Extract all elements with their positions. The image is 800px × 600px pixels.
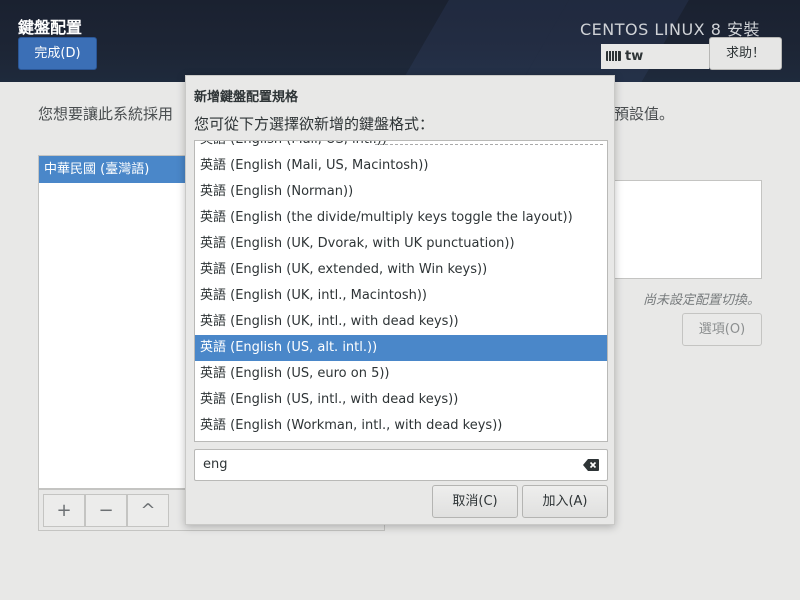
keyboard-icon	[606, 50, 621, 61]
remove-layout-button[interactable]: −	[85, 494, 127, 527]
layout-choice-item[interactable]: 英語 (English (UK, Dvorak, with UK punctua…	[195, 231, 607, 257]
dialog-title: 新增鍵盤配置規格	[194, 90, 299, 105]
move-up-button[interactable]: ^	[127, 494, 169, 527]
layout-choice-item[interactable]: 英語 (English (the divide/multiply keys to…	[195, 205, 607, 231]
layout-choice-item[interactable]: 英語 (English (UK, intl., Macintosh))	[195, 283, 607, 309]
page-title: 鍵盤配置	[18, 18, 83, 37]
add-layout-button[interactable]: +	[43, 494, 85, 527]
layout-choice-item[interactable]: 英語 (English (US, intl., with dead keys))	[195, 387, 607, 413]
intro-text: 您想要讓此系統採用	[38, 105, 174, 123]
search-input[interactable]: eng	[194, 449, 608, 481]
layout-choice-list[interactable]: 英語 (English (Mali, US, intl.))英語 (Englis…	[194, 140, 608, 442]
layout-choice-item[interactable]: 英語 (English (Mali, US, Macintosh))	[195, 153, 607, 179]
list-separator	[375, 144, 603, 145]
keyboard-layout-code: tw	[625, 49, 644, 64]
add-layout-dialog: 新增鍵盤配置規格 您可從下方選擇欲新增的鍵盤格式： 英語 (English (M…	[185, 75, 615, 525]
switch-note: 尚未設定配置切換。	[642, 293, 760, 308]
layout-choice-item[interactable]: 英語 (English (UK, intl., with dead keys))	[195, 309, 607, 335]
intro-text-end: 預設值。	[614, 105, 675, 123]
layout-choice-items: 英語 (English (Mali, US, intl.))英語 (Englis…	[195, 141, 607, 439]
layout-test-area[interactable]	[600, 180, 762, 279]
header-bar: 鍵盤配置 完成(D) CENTOS LINUX 8 安裝 tw 求助！	[0, 0, 800, 82]
help-button[interactable]: 求助！	[709, 37, 782, 70]
clear-search-icon[interactable]	[583, 459, 599, 471]
layout-choice-item[interactable]: 英語 (English (US, alt. intl.))	[195, 335, 607, 361]
add-button[interactable]: 加入(A)	[522, 485, 608, 518]
layout-choice-item[interactable]: 英語 (English (Norman))	[195, 179, 607, 205]
dialog-prompt: 您可從下方選擇欲新增的鍵盤格式：	[194, 115, 435, 133]
done-button[interactable]: 完成(D)	[18, 37, 97, 70]
layout-choice-item[interactable]: 英語 (English (Mali, US, intl.))	[195, 141, 607, 153]
layout-choice-item[interactable]: 英語 (English (US, euro on 5))	[195, 361, 607, 387]
layout-choice-item[interactable]: 英語 (English (UK, extended, with Win keys…	[195, 257, 607, 283]
options-button[interactable]: 選項(O)	[682, 313, 762, 346]
keyboard-layout-indicator[interactable]: tw	[601, 44, 709, 69]
search-input-value: eng	[203, 457, 228, 472]
layout-choice-item[interactable]: 英語 (English (Workman, intl., with dead k…	[195, 413, 607, 439]
cancel-button[interactable]: 取消(C)	[432, 485, 518, 518]
